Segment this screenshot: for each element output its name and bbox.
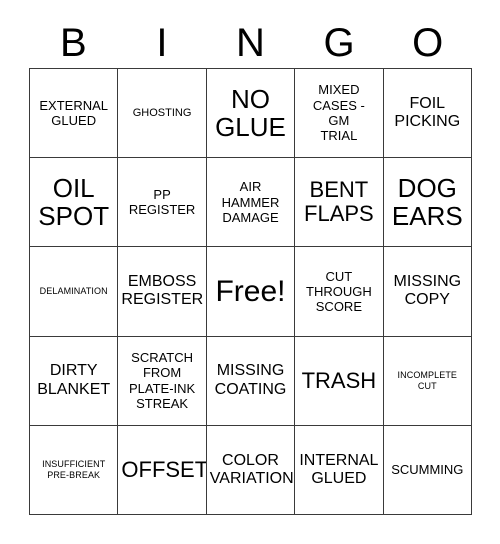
bingo-header: B I N G O	[29, 18, 472, 68]
bingo-header-letter-i: I	[156, 21, 168, 65]
bingo-cell-label: Free!	[215, 274, 286, 308]
bingo-cell-label: TRASH	[301, 367, 377, 393]
bingo-cell[interactable]: INCOMPLETE CUT	[383, 336, 472, 426]
bingo-header-letter-o: O	[412, 21, 444, 65]
bingo-cell-label: MISSING COATING	[214, 362, 287, 398]
bingo-cell[interactable]: COLOR VARIATION	[206, 425, 296, 515]
bingo-cell-label: OFFSET	[121, 456, 207, 482]
bingo-cell-label: NO GLUE	[215, 84, 286, 143]
bingo-cell[interactable]: INSUFFICIENT PRE-BREAK	[30, 425, 119, 515]
bingo-cell-label: INCOMPLETE CUT	[397, 369, 458, 391]
bingo-free-space[interactable]: Free!	[206, 247, 296, 337]
bingo-cell[interactable]: MISSING COATING	[206, 336, 296, 426]
bingo-cell[interactable]: AIR HAMMER DAMAGE	[206, 158, 296, 248]
bingo-cell[interactable]: SCRATCH FROM PLATE-INK STREAK	[118, 336, 207, 426]
bingo-cell-label: SCRATCH FROM PLATE-INK STREAK	[128, 350, 196, 412]
bingo-cell[interactable]: CUT THROUGH SCORE	[295, 247, 384, 337]
bingo-cell-label: DIRTY BLANKET	[37, 362, 111, 398]
bingo-cell[interactable]: EXTERNAL GLUED	[30, 69, 119, 159]
bingo-cell[interactable]: TRASH	[295, 336, 384, 426]
bingo-cell-label: INSUFFICIENT PRE-BREAK	[42, 458, 106, 480]
bingo-cell[interactable]: DOG EARS	[383, 158, 472, 248]
bingo-card: B I N G O EXTERNAL GLUED GHOSTING NO GLUE M…	[0, 0, 500, 544]
bingo-cell[interactable]: DELAMINATION	[30, 247, 119, 337]
bingo-cell[interactable]: INTERNAL GLUED	[295, 425, 384, 515]
bingo-cell[interactable]: DIRTY BLANKET	[30, 336, 119, 426]
bingo-cell-label: EXTERNAL GLUED	[39, 97, 109, 129]
bingo-cell-label: CUT THROUGH SCORE	[306, 268, 372, 315]
bingo-cell[interactable]: FOIL PICKING	[383, 69, 472, 159]
bingo-cell[interactable]: NO GLUE	[206, 69, 296, 159]
bingo-cell[interactable]: GHOSTING	[118, 69, 207, 159]
bingo-cell-label: BENT FLAPS	[304, 177, 374, 227]
bingo-cell-label: COLOR VARIATION	[209, 451, 294, 487]
bingo-cell[interactable]: BENT FLAPS	[295, 158, 384, 248]
bingo-cell-label: FOIL PICKING	[394, 94, 461, 131]
bingo-cell-label: EMBOSS REGISTER	[121, 273, 204, 309]
bingo-cell[interactable]: MISSING COPY	[383, 247, 472, 337]
bingo-cell[interactable]: OFFSET	[118, 425, 207, 515]
bingo-grid: EXTERNAL GLUED GHOSTING NO GLUE MIXED CASES…	[29, 68, 472, 515]
bingo-cell-label: MIXED CASES - GM TRIAL	[312, 82, 365, 144]
bingo-cell-label: SCUMMING	[391, 462, 464, 478]
bingo-header-letter-b: B	[59, 21, 87, 65]
bingo-cell-label: INTERNAL GLUED	[299, 451, 379, 487]
bingo-cell[interactable]: OIL SPOT	[30, 158, 119, 248]
bingo-cell-label: DOG EARS	[391, 173, 463, 232]
bingo-cell[interactable]: EMBOSS REGISTER	[118, 247, 207, 337]
bingo-cell-label: GHOSTING	[132, 106, 192, 119]
bingo-cell-label: DELAMINATION	[39, 286, 108, 296]
bingo-cell[interactable]: PP REGISTER	[118, 158, 207, 248]
bingo-cell-label: MISSING COPY	[393, 273, 462, 309]
bingo-cell-label: OIL SPOT	[38, 173, 110, 232]
bingo-cell[interactable]: MIXED CASES - GM TRIAL	[295, 69, 384, 159]
bingo-header-letter-g: G	[323, 21, 355, 65]
bingo-cell-label: AIR HAMMER DAMAGE	[221, 179, 280, 225]
bingo-cell-label: PP REGISTER	[128, 186, 196, 218]
bingo-cell[interactable]: SCUMMING	[383, 425, 472, 515]
bingo-header-letter-n: N	[236, 21, 265, 65]
